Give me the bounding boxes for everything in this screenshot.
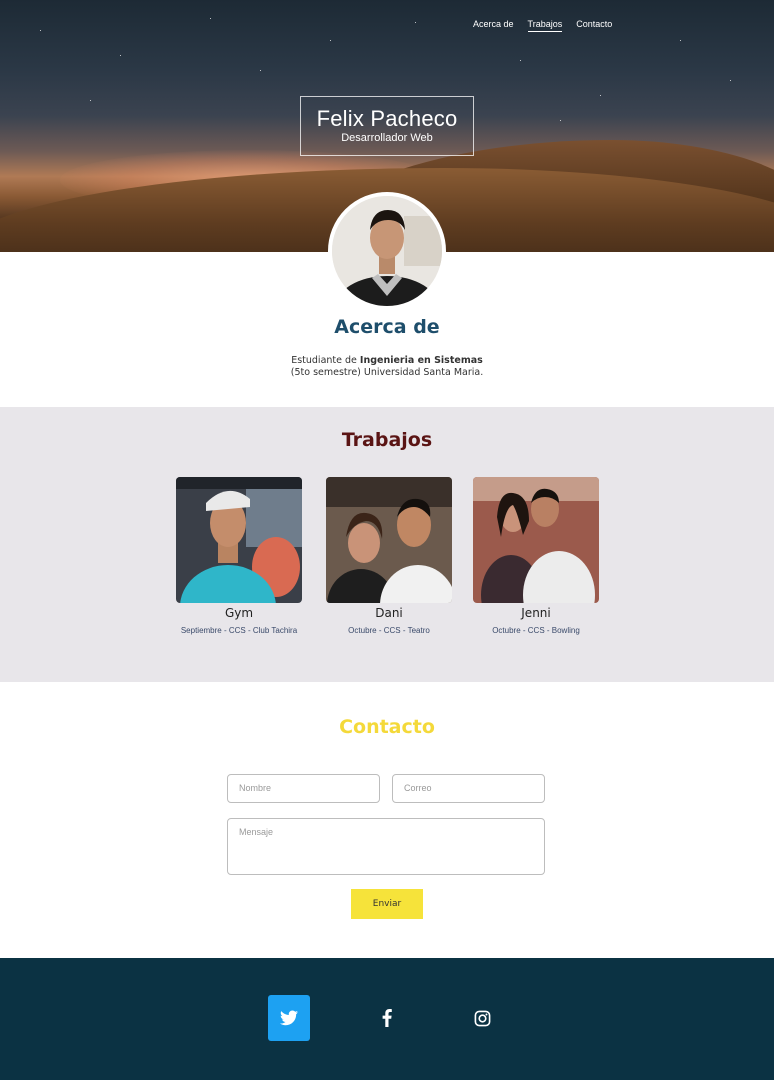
name-field[interactable]: Nombre xyxy=(227,774,380,803)
works-title: Trabajos xyxy=(341,429,433,451)
twitter-link[interactable] xyxy=(268,995,310,1041)
nav-item-trabajos[interactable]: Trabajos xyxy=(527,19,563,32)
about-text-prefix: Estudiante de xyxy=(291,355,360,366)
work-caption: Jenni xyxy=(521,606,551,620)
hero-title-box: Felix Pacheco Desarrollador Web xyxy=(300,96,474,156)
work-photo-gym[interactable] xyxy=(176,477,302,603)
work-card-gym[interactable]: Gym Septiembre - CCS - Club Tachira xyxy=(176,477,302,635)
instagram-link[interactable] xyxy=(461,995,503,1041)
facebook-link[interactable] xyxy=(366,995,408,1041)
contact-title: Contacto xyxy=(339,716,435,738)
send-button[interactable]: Enviar xyxy=(351,889,423,919)
message-field[interactable]: Mensaje xyxy=(227,818,545,875)
twitter-icon xyxy=(280,1010,298,1026)
work-detail: Octubre - CCS - Bowling xyxy=(492,626,580,635)
work-detail: Septiembre - CCS - Club Tachira xyxy=(180,626,298,635)
work-photo-jenni[interactable] xyxy=(473,477,599,603)
about-description: Estudiante de Ingenieria en Sistemas (5t… xyxy=(0,355,774,379)
profile-avatar xyxy=(328,192,446,310)
works-section: Trabajos Gym Septiembre - CCS - Club Tac… xyxy=(0,407,774,682)
facebook-icon xyxy=(382,1009,392,1027)
about-title: Acerca de xyxy=(334,316,440,338)
hero-role: Desarrollador Web xyxy=(341,132,433,144)
work-caption: Dani xyxy=(375,606,403,620)
hero-name: Felix Pacheco xyxy=(316,106,458,131)
about-text-degree: Ingenieria en Sistemas xyxy=(359,355,483,366)
nav-item-contacto[interactable]: Contacto xyxy=(576,19,612,32)
work-card-jenni[interactable]: Jenni Octubre - CCS - Bowling xyxy=(473,477,599,635)
nav-item-acerca-de[interactable]: Acerca de xyxy=(473,19,514,32)
about-text-line2: (5to semestre) Universidad Santa Maria. xyxy=(290,367,484,378)
work-photo-dani[interactable] xyxy=(326,477,452,603)
instagram-icon xyxy=(474,1010,490,1026)
work-caption: Gym xyxy=(224,606,254,620)
work-detail: Octubre - CCS - Teatro xyxy=(348,626,430,635)
footer xyxy=(0,958,774,1080)
email-field[interactable]: Correo xyxy=(392,774,545,803)
top-nav: Acerca de Trabajos Contacto xyxy=(473,19,612,32)
work-card-dani[interactable]: Dani Octubre - CCS - Teatro xyxy=(326,477,452,635)
